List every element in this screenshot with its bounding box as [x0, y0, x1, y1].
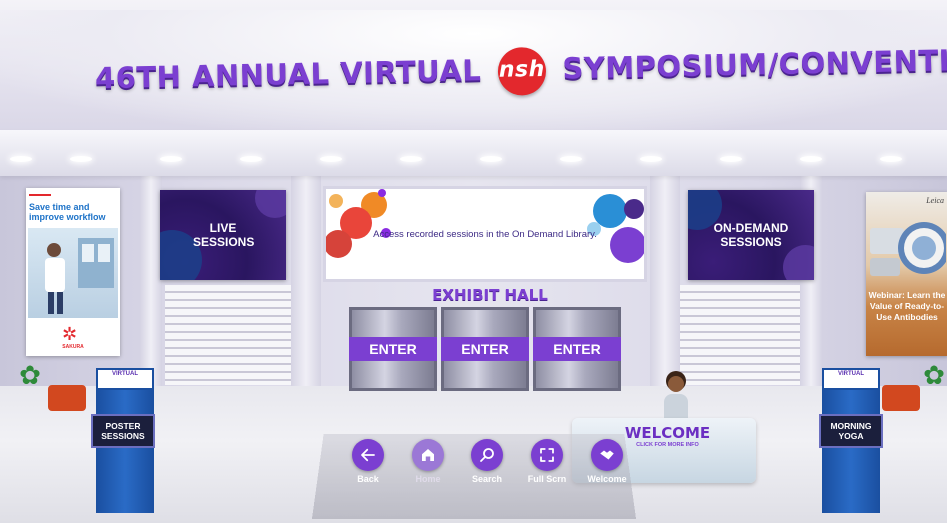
home-button[interactable]: Home — [398, 439, 458, 484]
banner-brand: SAKURA — [62, 344, 84, 350]
nsh-logo: nsh — [497, 46, 547, 96]
plant-icon: ✿ — [923, 360, 945, 390]
fullscreen-icon — [531, 439, 563, 471]
webinar-text: Webinar: Learn the Value of Ready-to-Use… — [868, 290, 946, 322]
ceiling-light — [160, 156, 182, 162]
ceiling-light — [400, 156, 422, 162]
plant-icon: ✿ — [19, 360, 41, 390]
ceiling-light — [10, 156, 32, 162]
banner-left-text: Save time and improve workflow — [29, 202, 106, 222]
ceiling-light — [720, 156, 742, 162]
pillar — [140, 176, 162, 386]
ceiling-beam — [0, 130, 947, 176]
lab-photo — [28, 228, 118, 318]
on-demand-sessions-label: ON-DEMAND SESSIONS — [713, 221, 789, 249]
lounge-chair — [882, 385, 920, 411]
search-icon — [471, 439, 503, 471]
ceiling-light — [320, 156, 342, 162]
kiosk-top-sign: VIRTUAL — [822, 368, 880, 390]
morning-yoga-button[interactable]: MORNING YOGA — [819, 414, 883, 448]
enter-button-1[interactable]: ENTER — [349, 337, 437, 361]
receptionist — [664, 376, 688, 420]
on-demand-library-text: Access recorded sessions in the On Deman… — [373, 228, 597, 240]
home-icon — [412, 439, 444, 471]
welcome-nav-button[interactable]: Welcome — [577, 439, 637, 484]
home-label: Home — [415, 474, 441, 484]
staircase-left — [165, 285, 291, 385]
ceiling-light — [560, 156, 582, 162]
full-screen-label: Full Scrn — [527, 474, 567, 484]
arrow-left-icon — [352, 439, 384, 471]
ceiling-light — [640, 156, 662, 162]
kiosk-top-text: VIRTUAL — [838, 371, 864, 377]
on-demand-library-screen[interactable]: Access recorded sessions in the On Deman… — [323, 186, 647, 282]
staircase-right — [680, 285, 800, 385]
title-part1: 46TH ANNUAL VIRTUAL — [94, 53, 482, 96]
poster-sessions-button[interactable]: POSTER SESSIONS — [91, 414, 155, 448]
leica-logo: Leica — [926, 196, 944, 205]
leica-banner[interactable]: Leica Webinar: Learn the Value of Ready-… — [866, 192, 947, 356]
on-demand-sessions-screen[interactable]: ON-DEMAND SESSIONS — [688, 190, 814, 280]
banner-accent-line — [29, 194, 51, 196]
ceiling-light — [880, 156, 902, 162]
live-sessions-screen[interactable]: LIVE SESSIONS — [160, 190, 286, 280]
enter-button-3[interactable]: ENTER — [533, 337, 621, 361]
back-button[interactable]: Back — [338, 439, 398, 484]
ceiling-light — [240, 156, 262, 162]
pillar — [291, 176, 321, 386]
exhibit-hall-title: EXHIBIT HALL — [432, 286, 548, 304]
pillar — [650, 176, 680, 386]
handshake-icon — [591, 439, 623, 471]
search-button[interactable]: Search — [457, 439, 517, 484]
lounge-chair — [48, 385, 86, 411]
ceiling-light — [480, 156, 502, 162]
back-label: Back — [357, 474, 379, 484]
sakura-banner[interactable]: Save time and improve workflow ✲ SAKURA — [26, 188, 120, 356]
kiosk-top-text: VIRTUAL — [112, 371, 138, 377]
live-sessions-label: LIVE SESSIONS — [193, 221, 255, 249]
welcome-nav-label: Welcome — [587, 474, 627, 484]
search-label: Search — [471, 474, 503, 484]
kiosk-top-sign: VIRTUAL — [96, 368, 154, 390]
enter-button-2[interactable]: ENTER — [441, 337, 529, 361]
antibody-graphic — [870, 222, 946, 276]
full-screen-button[interactable]: Full Scrn — [517, 439, 577, 484]
sakura-logo-icon: ✲ — [62, 324, 78, 344]
ceiling-light — [70, 156, 92, 162]
ceiling-light — [800, 156, 822, 162]
